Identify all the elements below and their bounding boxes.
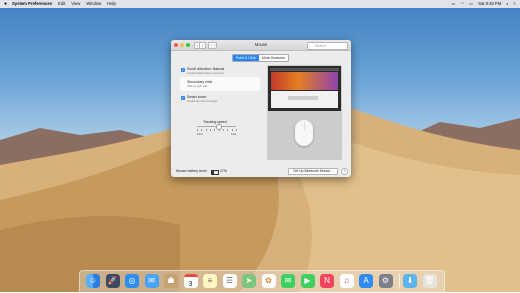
music-icon[interactable]: ♫ [339, 274, 354, 288]
help-button[interactable]: ? [341, 168, 348, 175]
photos-icon[interactable]: ✿ [261, 274, 276, 288]
app-store-icon[interactable]: A [359, 274, 373, 288]
finder-icon[interactable]: ☺ [86, 274, 100, 288]
slider-tick [223, 129, 224, 131]
tab-bar: Point & Click More Gestures [232, 54, 289, 62]
wifi-icon[interactable]: ◠ [461, 0, 465, 8]
option-sublabel: Content tracks finger movement [187, 72, 224, 75]
spotlight-search-icon[interactable]: ⌕ [506, 0, 508, 8]
clock[interactable]: Sat 8:48 PM [478, 0, 501, 8]
downloads-folder-icon[interactable]: ⬇ [403, 274, 417, 288]
menu-bar: ● System Preferences Edit View Window He… [0, 0, 520, 8]
menu-edit[interactable]: Edit [58, 0, 65, 8]
gesture-preview [267, 65, 342, 160]
slider-tick [236, 129, 237, 131]
menu-view[interactable]: View [71, 0, 80, 8]
fast-label: Fast [231, 132, 237, 136]
option-label: Smart zoom [187, 95, 207, 99]
system-preferences-icon[interactable]: ⚙ [378, 274, 393, 288]
checkbox-secondary-click[interactable] [181, 81, 185, 85]
apple-menu-icon[interactable]: ● [3, 0, 8, 8]
battery-status-icon[interactable]: ▭ [469, 0, 473, 8]
dock: ☺ 🚀 ◎ ✉ ☗ 3 ≡ ☰ ➤ ✿ ✉ ▶ N ♫ A ⚙ ⬇ 🗑 [79, 270, 445, 293]
menu-help[interactable]: Help [107, 0, 116, 8]
news-icon[interactable]: N [320, 274, 334, 288]
title-bar: ‹ › ⋮⋮ Mouse ⌕ Search [171, 40, 351, 51]
facetime-icon[interactable]: ▶ [300, 274, 315, 288]
control-strip-icon[interactable]: ≡ [514, 0, 516, 8]
slow-label: Slow [197, 132, 204, 136]
tracking-speed-label: Tracking speed [203, 120, 227, 124]
slider-tick [214, 129, 215, 131]
battery-percent: 27% [220, 169, 228, 173]
battery-level-label: Mouse battery level: [176, 169, 208, 173]
airplay-icon[interactable]: ▭ [452, 0, 456, 8]
mail-icon[interactable]: ✉ [144, 274, 159, 288]
tracking-speed-knob[interactable] [216, 124, 223, 130]
menu-window[interactable]: Window [86, 0, 101, 8]
search-icon: ⌕ [309, 44, 312, 48]
battery-icon [211, 170, 219, 175]
reminders-icon[interactable]: ☰ [222, 274, 237, 288]
trash-icon[interactable]: 🗑 [422, 274, 437, 288]
messages-icon[interactable]: ✉ [281, 274, 295, 288]
maps-icon[interactable]: ➤ [242, 274, 256, 288]
mouse-preferences-window: ‹ › ⋮⋮ Mouse ⌕ Search Point & Click More… [171, 40, 351, 177]
slider-tick [205, 129, 207, 131]
option-label: Secondary click [187, 80, 213, 84]
checkbox-smart-zoom[interactable]: ✓ [181, 96, 185, 100]
slider-tick [201, 129, 202, 131]
preview-screen-image [268, 66, 341, 111]
checkbox-scroll-direction[interactable]: ✓ [181, 68, 185, 72]
search-placeholder: Search [315, 44, 327, 48]
option-sublabel: Double-tap with one finger [187, 100, 218, 103]
calendar-icon[interactable]: 3 [183, 274, 198, 288]
slider-tick [227, 129, 228, 131]
slider-tick [210, 129, 211, 131]
contacts-icon[interactable]: ☗ [164, 274, 178, 288]
tab-more-gestures[interactable]: More Gestures [258, 55, 288, 61]
slider-tick [197, 129, 198, 131]
search-field[interactable]: ⌕ Search [307, 42, 348, 50]
tab-point-and-click[interactable]: Point & Click [233, 55, 259, 61]
setup-bluetooth-mouse-button[interactable]: Set Up Bluetooth Mouse... [288, 168, 338, 175]
safari-icon[interactable]: ◎ [125, 274, 139, 288]
menu-system-preferences[interactable]: System Preferences [12, 0, 52, 8]
slider-tick [218, 129, 220, 131]
launchpad-icon[interactable]: 🚀 [105, 274, 120, 288]
magic-mouse-image [295, 120, 313, 146]
option-label: Scroll direction: Natural [187, 67, 225, 71]
option-sublabel: Click on right side [187, 85, 208, 88]
notes-icon[interactable]: ≡ [203, 274, 217, 288]
dock-separator [399, 274, 400, 289]
slider-tick [231, 129, 233, 131]
